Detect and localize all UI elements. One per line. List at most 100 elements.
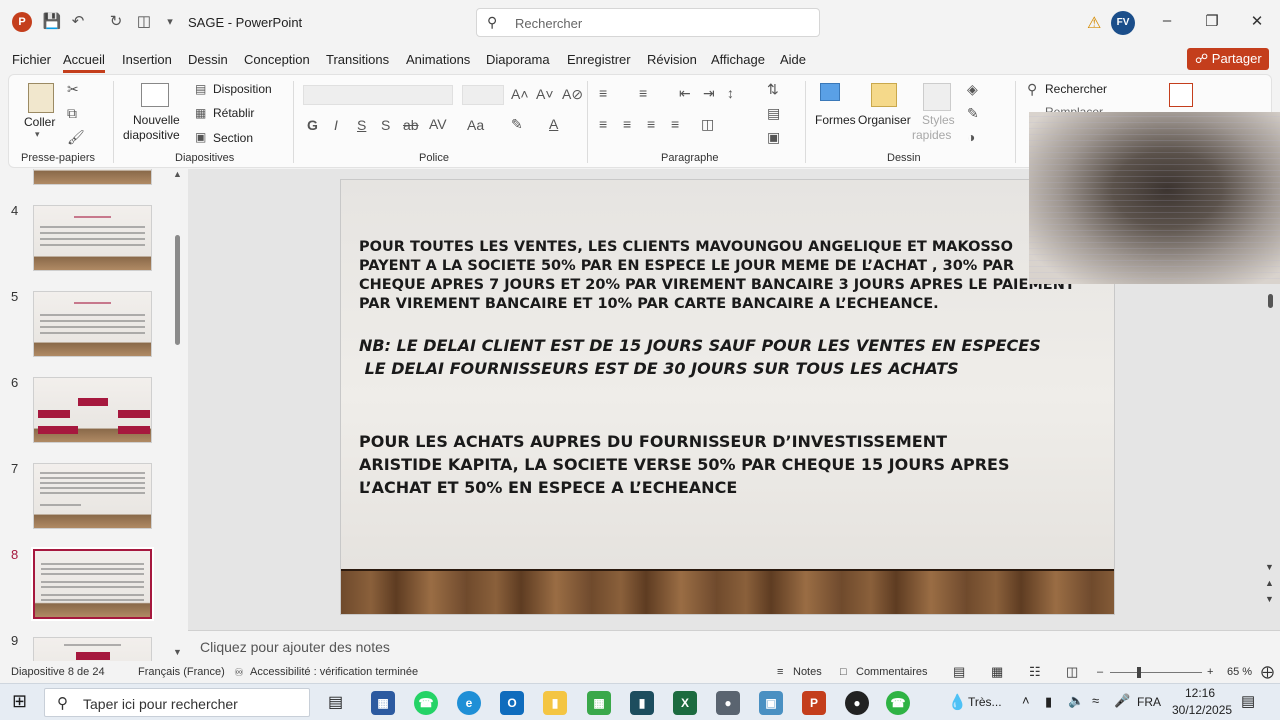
app-icon[interactable]: ● [716, 691, 740, 715]
scrollbar-thumb[interactable] [1268, 294, 1273, 308]
quick-styles-label-1[interactable]: Styles [922, 113, 955, 127]
slide-thumbnail[interactable] [33, 291, 152, 357]
tab-enregistrer[interactable]: Enregistrer [567, 52, 631, 67]
slide-paragraph-sales[interactable]: POUR TOUTES LES VENTES, LES CLIENTS MAVO… [359, 238, 1075, 314]
taskbar-search-input[interactable]: ⚲ Taper ici pour rechercher [44, 688, 310, 717]
zoom-slider[interactable] [1110, 672, 1202, 673]
layout-button[interactable]: Disposition [213, 82, 272, 96]
shapes-button[interactable]: Formes [815, 113, 856, 127]
justify-icon[interactable]: ≡ [671, 116, 679, 132]
new-slide-icon[interactable] [141, 83, 169, 107]
slide-thumbnail[interactable] [33, 169, 152, 185]
notes-button[interactable]: Notes [793, 666, 822, 678]
find-icon[interactable]: ⚲ [1027, 81, 1037, 98]
redo-icon[interactable]: ↻ [106, 12, 126, 32]
font-color-icon[interactable]: A [549, 116, 558, 132]
slideshow-icon[interactable]: ◫ [1066, 664, 1078, 680]
undo-icon[interactable]: ↶ [68, 12, 88, 32]
task-view-icon[interactable]: ▤ [328, 692, 343, 712]
quick-styles-label-2[interactable]: rapides [912, 128, 951, 142]
reset-icon[interactable]: ▦ [195, 106, 206, 120]
spreadsheet-app-icon[interactable]: ▦ [587, 691, 611, 715]
tab-dessin[interactable]: Dessin [188, 52, 228, 67]
paste-icon[interactable] [28, 83, 54, 113]
shrink-font-icon[interactable]: A˅ [536, 86, 554, 102]
scrollbar-thumb[interactable] [175, 235, 180, 345]
notes-pane[interactable]: Cliquez pour ajouter des notes [188, 630, 1280, 661]
strikethrough-icon[interactable]: ab [403, 117, 419, 133]
avatar[interactable]: FV [1111, 11, 1135, 35]
highlight-icon[interactable]: ✎ [511, 116, 523, 133]
notifications-icon[interactable]: ▤ [1241, 692, 1255, 710]
arrange-button[interactable]: Organiser [858, 113, 911, 127]
tab-revision[interactable]: Révision [647, 52, 697, 67]
zoom-out-icon[interactable]: – [1097, 666, 1103, 678]
notes-placeholder[interactable]: Cliquez pour ajouter des notes [200, 639, 390, 655]
excel-app-icon[interactable]: X [673, 691, 697, 715]
slide-scrollbar[interactable]: ▼ ▲ ▼ [1264, 290, 1276, 610]
wifi-icon[interactable]: ≈ [1092, 693, 1099, 708]
underline-icon[interactable]: S [357, 117, 366, 133]
close-icon[interactable]: ✕ [1247, 12, 1267, 30]
whatsapp-app-icon[interactable]: ☎ [414, 691, 438, 715]
copy-icon[interactable]: ⧉ [67, 105, 77, 122]
arrange-icon[interactable] [871, 83, 897, 107]
outlook-app-icon[interactable]: O [500, 691, 524, 715]
increase-indent-icon[interactable]: ⇥ [703, 85, 715, 102]
weather-icon[interactable]: 💧 [948, 693, 967, 711]
chevron-up-icon[interactable]: ˄ [1022, 693, 1030, 708]
zoom-in-icon[interactable]: + [1207, 666, 1213, 678]
tab-accueil[interactable]: Accueil [63, 52, 105, 73]
new-slide-label-2[interactable]: diapositive [123, 128, 180, 142]
windows-start-icon[interactable]: ⊞ [12, 691, 27, 712]
align-left-icon[interactable]: ≡ [599, 116, 607, 132]
shape-outline-icon[interactable]: ✎ [967, 105, 979, 122]
chevron-down-icon[interactable]: ▾ [35, 129, 40, 140]
tab-insertion[interactable]: Insertion [122, 52, 172, 67]
accessibility-status[interactable]: Accessibilité : vérification terminée [250, 666, 418, 678]
reset-button[interactable]: Rétablir [213, 106, 254, 120]
reading-view-icon[interactable]: ☷ [1029, 664, 1041, 680]
weather-text[interactable]: Très... [968, 695, 1002, 709]
search-input[interactable]: ⚲ Rechercher [476, 8, 820, 37]
slide-sorter-icon[interactable]: ▦ [991, 664, 1003, 680]
text-direction-icon[interactable]: ⇅ [767, 81, 779, 98]
slide-thumbnail[interactable] [33, 205, 152, 271]
numbering-icon[interactable]: ≡ [639, 85, 647, 101]
next-slide-icon[interactable]: ▼ [1265, 594, 1274, 604]
warning-icon[interactable]: ⚠ [1087, 13, 1101, 33]
slide-paragraph-purchases[interactable]: POUR LES ACHATS AUPRES DU FOURNISSEUR D’… [359, 430, 1010, 499]
language-indicator[interactable]: FRA [1137, 695, 1161, 709]
bullets-icon[interactable]: ≡ [599, 85, 607, 101]
slide-thumbnail-selected[interactable] [31, 547, 154, 621]
comments-icon[interactable]: □ [840, 666, 847, 678]
new-slide-label-1[interactable]: Nouvelle [133, 113, 180, 127]
scroll-down-icon[interactable]: ▼ [173, 647, 182, 657]
file-explorer-app-icon[interactable]: ▮ [543, 691, 567, 715]
tab-diaporama[interactable]: Diaporama [486, 52, 550, 67]
volume-icon[interactable]: 🔈 [1068, 693, 1084, 709]
notes-icon[interactable]: ≡ [777, 666, 783, 678]
find-button[interactable]: Rechercher [1045, 82, 1107, 96]
change-case-icon[interactable]: Aa [467, 117, 484, 133]
cut-icon[interactable]: ✂ [67, 81, 79, 98]
quick-styles-icon[interactable] [923, 83, 951, 111]
clock-date[interactable]: 30/12/2025 [1172, 703, 1232, 717]
language-indicator[interactable]: Français (France) [138, 666, 225, 678]
recorder-app-icon[interactable]: ● [845, 691, 869, 715]
tab-transitions[interactable]: Transitions [326, 52, 389, 67]
paste-label[interactable]: Coller [24, 115, 55, 129]
comments-button[interactable]: Commentaires [856, 666, 928, 678]
decrease-indent-icon[interactable]: ⇤ [679, 85, 691, 102]
tab-affichage[interactable]: Affichage [711, 52, 765, 67]
app-icon[interactable]: ☎ [886, 691, 910, 715]
microphone-icon[interactable]: 🎤 [1114, 693, 1130, 709]
accessibility-icon[interactable]: ♾ [234, 666, 244, 679]
slide-canvas[interactable]: POUR TOUTES LES VENTES, LES CLIENTS MAVO… [340, 179, 1115, 615]
layout-icon[interactable]: ▤ [195, 82, 206, 96]
tab-animations[interactable]: Animations [406, 52, 470, 67]
maximize-icon[interactable]: ❐ [1202, 12, 1222, 30]
shadow-icon[interactable]: S [381, 117, 390, 133]
app-icon[interactable]: ▣ [759, 691, 783, 715]
designer-icon[interactable] [1169, 83, 1193, 107]
